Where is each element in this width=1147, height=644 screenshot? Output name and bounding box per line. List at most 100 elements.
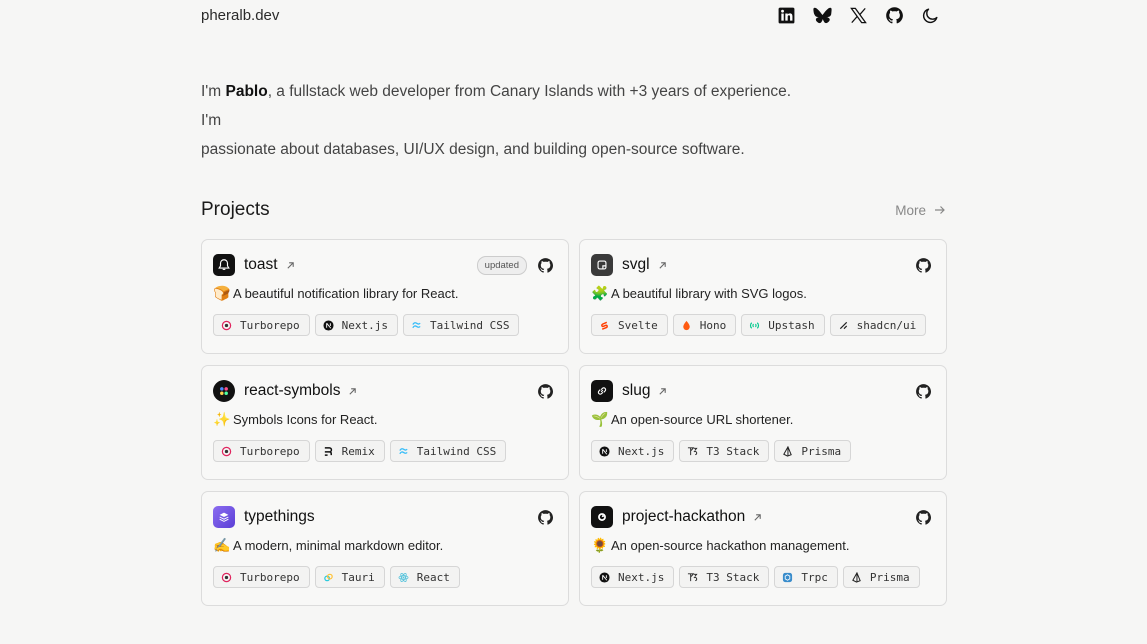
tag-tailwind: Tailwind CSS xyxy=(389,440,507,462)
intro-line2: passionate about databases, UI/UX design… xyxy=(201,141,745,158)
tag-t3-stack: T3 Stack xyxy=(679,440,770,462)
typethings-logo-icon xyxy=(213,506,235,528)
tag-tailwind: Tailwind CSS xyxy=(402,314,520,336)
project-card-svgl[interactable]: svgl 🧩 A beautiful library with SVG logo… xyxy=(579,239,947,354)
github-icon[interactable] xyxy=(884,5,904,25)
github-icon[interactable] xyxy=(537,257,554,274)
external-link-icon[interactable] xyxy=(286,261,295,270)
nextjs-icon xyxy=(599,445,610,457)
project-description: 🌻 An open-source hackathon management. xyxy=(591,536,850,553)
more-label: More xyxy=(895,202,926,218)
tag-turborepo: Turborepo xyxy=(213,440,310,462)
puzzle-emoji-icon: 🧩 xyxy=(591,284,609,301)
nextjs-icon xyxy=(323,319,334,331)
tauri-icon xyxy=(323,572,334,583)
project-name[interactable]: svgl xyxy=(622,256,650,274)
tech-tags: Next.js T3 Stack Trpc Prisma xyxy=(591,566,935,588)
project-description: 🧩 A beautiful library with SVG logos. xyxy=(591,284,807,301)
t3-icon xyxy=(687,572,698,583)
tech-tags: Next.js T3 Stack Prisma xyxy=(591,440,935,462)
tag-shadcn: shadcn/ui xyxy=(829,314,927,336)
tag-remix: Remix xyxy=(314,440,385,462)
react-symbols-logo-icon xyxy=(213,380,235,402)
project-name[interactable]: slug xyxy=(622,382,650,400)
github-icon[interactable] xyxy=(915,383,932,400)
external-link-icon[interactable] xyxy=(658,387,667,396)
social-links xyxy=(776,5,940,25)
tag-trpc: Trpc xyxy=(774,566,838,588)
trpc-icon xyxy=(782,572,793,583)
remix-icon xyxy=(323,446,334,457)
bluesky-icon[interactable] xyxy=(812,5,832,25)
status-badge: updated xyxy=(476,255,527,275)
arrow-right-icon xyxy=(935,206,945,214)
projects-header: Projects More xyxy=(201,199,946,221)
external-link-icon[interactable] xyxy=(348,387,357,396)
svelte-icon xyxy=(599,320,610,331)
project-name[interactable]: project-hackathon xyxy=(622,508,745,526)
intro-text: I'm Pablo, a fullstack web developer fro… xyxy=(201,77,801,164)
sparkles-emoji-icon: ✨ xyxy=(213,410,231,427)
more-projects-link[interactable]: More xyxy=(895,203,946,218)
external-link-icon[interactable] xyxy=(753,513,762,522)
tag-prisma: Prisma xyxy=(774,440,852,462)
tag-tauri: Tauri xyxy=(314,566,385,588)
sunflower-emoji-icon: 🌻 xyxy=(591,536,609,553)
github-icon[interactable] xyxy=(915,257,932,274)
writing-hand-emoji-icon: ✍️ xyxy=(213,536,231,553)
shadcn-icon xyxy=(838,320,849,331)
x-twitter-icon[interactable] xyxy=(848,5,868,25)
intro-line1: , a fullstack web developer from Canary … xyxy=(201,83,792,129)
prisma-icon xyxy=(782,445,793,457)
tag-t3-stack: T3 Stack xyxy=(679,566,770,588)
project-card-project-hackathon[interactable]: project-hackathon 🌻 An open-source hacka… xyxy=(579,491,947,606)
tailwind-icon xyxy=(411,320,422,331)
tech-tags: Svelte Hono Upstash shadcn/ui xyxy=(591,314,935,336)
tag-svelte: Svelte xyxy=(591,314,668,336)
project-name[interactable]: toast xyxy=(244,256,278,274)
tailwind-icon xyxy=(398,446,409,457)
tag-turborepo: Turborepo xyxy=(213,566,310,588)
intro-prefix: I'm xyxy=(201,83,226,100)
project-name[interactable]: typethings xyxy=(244,508,315,526)
project-description: ✨ Symbols Icons for React. xyxy=(213,410,378,427)
turborepo-icon xyxy=(221,320,232,331)
tag-nextjs: Next.js xyxy=(591,566,675,588)
github-icon[interactable] xyxy=(537,383,554,400)
tech-tags: Turborepo Next.js Tailwind CSS xyxy=(213,314,557,336)
tech-tags: Turborepo Tauri React xyxy=(213,566,557,588)
top-header: pheralb.dev xyxy=(201,0,946,30)
hono-icon xyxy=(681,320,692,331)
prisma-icon xyxy=(851,571,862,583)
seedling-emoji-icon: 🌱 xyxy=(591,410,609,427)
tag-prisma: Prisma xyxy=(842,566,920,588)
tag-nextjs: Next.js xyxy=(591,440,675,462)
projects-grid: toast updated 🍞 A beautiful notification… xyxy=(201,239,947,606)
svgl-logo-icon xyxy=(591,254,613,276)
tag-react: React xyxy=(389,566,460,588)
tag-nextjs: Next.js xyxy=(314,314,398,336)
bread-emoji-icon: 🍞 xyxy=(213,284,231,301)
project-description: ✍️ A modern, minimal markdown editor. xyxy=(213,536,444,553)
turborepo-icon xyxy=(221,572,232,583)
toast-logo-icon xyxy=(213,254,235,276)
turborepo-icon xyxy=(221,446,232,457)
github-icon[interactable] xyxy=(537,509,554,526)
project-card-typethings[interactable]: typethings ✍️ A modern, minimal markdown… xyxy=(201,491,569,606)
external-link-icon[interactable] xyxy=(658,261,667,270)
t3-icon xyxy=(687,446,698,457)
projects-title: Projects xyxy=(201,199,270,220)
upstash-icon xyxy=(749,320,760,331)
site-name[interactable]: pheralb.dev xyxy=(201,7,279,24)
theme-toggle-moon-icon[interactable] xyxy=(920,5,940,25)
tag-turborepo: Turborepo xyxy=(213,314,310,336)
tech-tags: Turborepo Remix Tailwind CSS xyxy=(213,440,557,462)
github-icon[interactable] xyxy=(915,509,932,526)
react-icon xyxy=(398,572,409,583)
project-card-react-symbols[interactable]: react-symbols ✨ Symbols Icons for React.… xyxy=(201,365,569,480)
project-card-toast[interactable]: toast updated 🍞 A beautiful notification… xyxy=(201,239,569,354)
project-card-slug[interactable]: slug 🌱 An open-source URL shortener. Nex… xyxy=(579,365,947,480)
linkedin-icon[interactable] xyxy=(776,5,796,25)
tag-upstash: Upstash xyxy=(741,314,825,336)
project-name[interactable]: react-symbols xyxy=(244,382,340,400)
